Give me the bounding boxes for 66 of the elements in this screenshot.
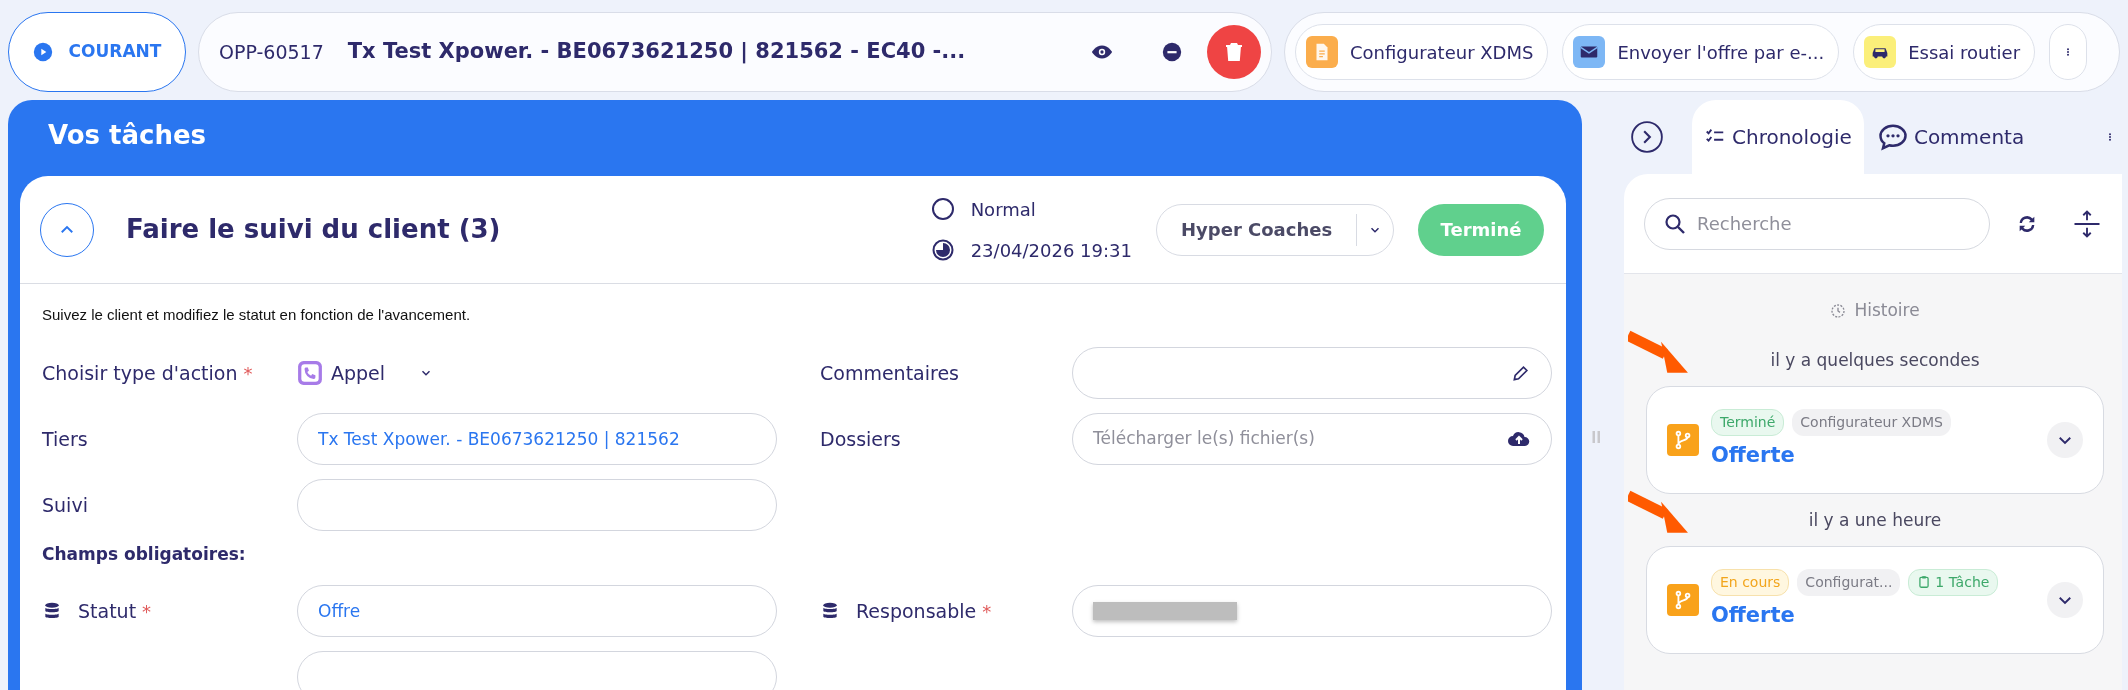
branch-icon [1667,584,1699,616]
record-title: Tx Test Xpower. - BE0673621250 | 821562 - EC40 -... [347,38,966,66]
branch-icon [1667,424,1699,456]
required-asterisk: * [982,599,992,624]
section-heading: Champs obligatoires: [41,543,247,566]
input-field[interactable]: Tx Test Xpower. - BE0673621250 | 821562 [297,413,777,465]
assignee-dropdown[interactable]: Hyper Coaches [1156,203,1394,256]
play-icon [32,42,53,62]
minus-button[interactable] [1161,41,1183,63]
expand-button[interactable] [2072,208,2102,239]
expand-entry-button[interactable] [2047,582,2083,618]
task-description: Suivez le client et modifiez le statut en fonction de l'avancement. [41,305,472,325]
field-label: Suivi [42,492,88,518]
expand-entry-button[interactable] [2047,422,2083,458]
action-button[interactable]: Envoyer l'offre par e-... [1562,24,1840,80]
chevron-right-circle-icon [1630,120,1664,154]
history-icon [1830,303,1847,319]
input-field[interactable]: Offre [297,585,777,637]
task-title: Faire le suivi du client (3) [126,213,501,246]
field-label: Dossiers [820,426,901,452]
field-label: Responsable [856,598,977,624]
action-type-select[interactable]: Appel [297,358,434,388]
status-tag: Configurat... [1797,568,1901,596]
status-tag: 1 Tâche [1908,568,1999,596]
panel-tab[interactable]: Chronologie [1692,100,1864,174]
required-asterisk: * [243,361,253,386]
phone-icon [297,360,323,386]
field-label: Tiers [42,426,88,452]
status-tag: Configurateur XDMS [1792,408,1951,436]
action-button[interactable]: Configurateur XDMS [1295,24,1549,80]
due-date: 23/04/2026 19:31 [970,238,1132,263]
status-button[interactable]: COURANT [8,12,186,92]
clock-icon [930,238,955,262]
field-label: Choisir type d'action [42,360,238,386]
timeline-entry-card[interactable]: En cours Configurat... 1 Tâche Offerte [1646,546,2104,654]
status-tag: Terminé [1711,408,1785,436]
pencil-icon [1511,363,1531,383]
required-asterisk: * [142,599,152,624]
status-tag: En cours [1711,568,1790,596]
search-icon [1663,211,1687,236]
time-label: il y a une heure [1807,509,1943,532]
vertical-arrows-icon [2072,208,2102,239]
upload-field[interactable]: Télécharger le(s) fichier(s) [1072,413,1552,465]
section-title: Histoire [1854,299,1920,323]
entry-title: Offerte [1711,441,1796,469]
field-label: Statut [78,598,137,624]
panel-title: Vos tâches [47,119,208,152]
delete-button[interactable] [1207,25,1261,79]
input-field[interactable] [297,651,777,690]
panel-tab[interactable]: Commenta [1867,100,2035,174]
redacted-field[interactable] [1072,585,1552,637]
priority-label: Normal [970,197,1036,222]
collapse-panel-button[interactable] [1630,120,1664,154]
comment-field[interactable] [1072,347,1552,399]
record-id: OPP-60517 [219,39,324,65]
entry-title: Offerte [1711,601,1796,629]
chat-bubble-icon [1877,122,1908,152]
time-label: il y a quelques secondes [1769,349,1981,372]
collapse-button[interactable] [40,202,94,257]
input-field[interactable] [297,479,777,531]
clipboard-icon [1917,575,1932,590]
field-label: Commentaires [820,360,959,386]
circle-icon [930,197,955,221]
action-button[interactable]: Essai routier [1853,24,2036,80]
minus-circle-icon [1161,41,1183,63]
timeline-entry-card[interactable]: Terminé Configurateur XDMS Offerte [1646,386,2104,494]
